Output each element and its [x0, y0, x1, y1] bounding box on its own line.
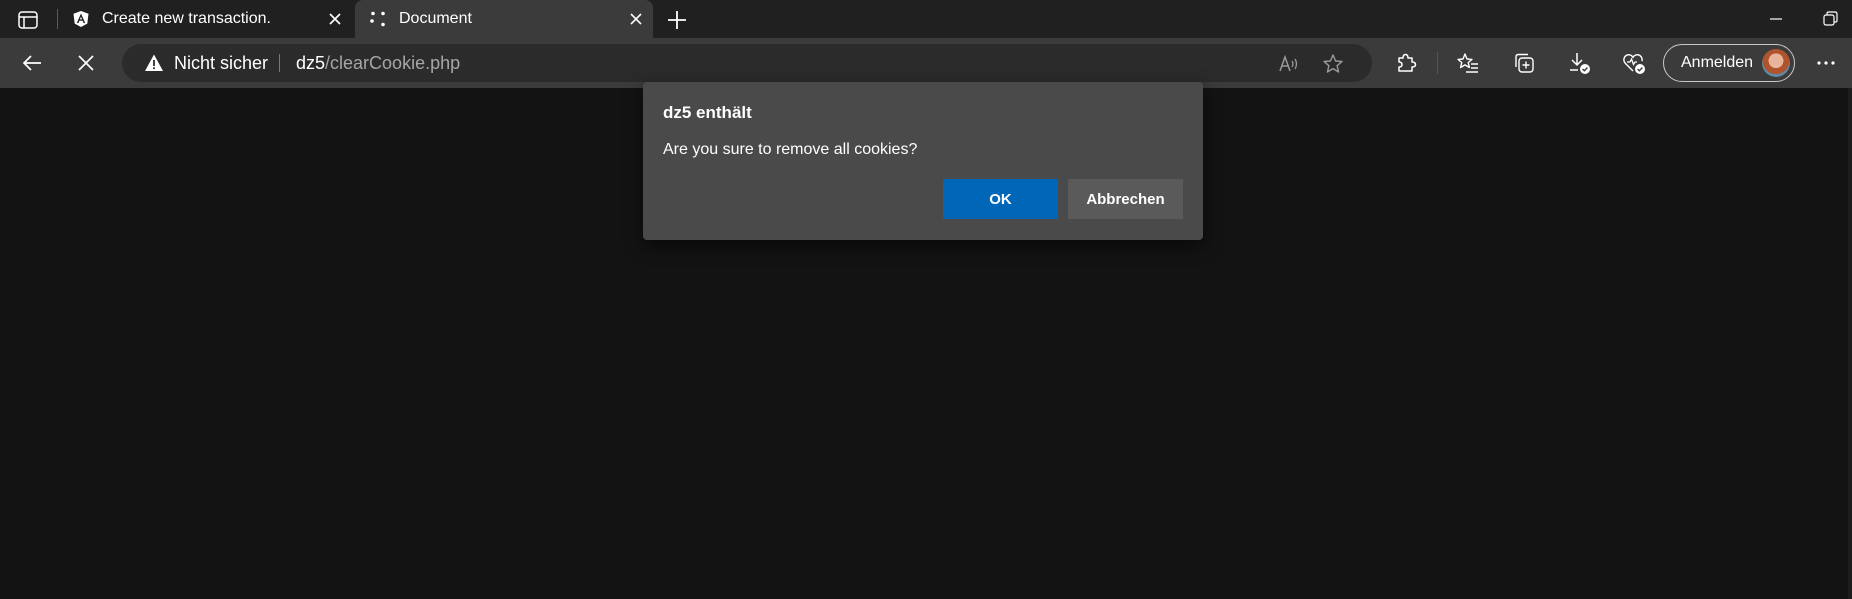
download-icon	[1570, 53, 1590, 74]
warning-icon[interactable]	[144, 53, 164, 73]
close-icon	[78, 55, 94, 71]
address-bar[interactable]: Nicht sicher dz5/clearCookie.php	[122, 44, 1372, 82]
scrollbar[interactable]	[1848, 88, 1852, 599]
url-text[interactable]: dz5/clearCookie.php	[296, 53, 460, 74]
puzzle-piece-icon	[1398, 53, 1417, 72]
stop-loading-button[interactable]	[70, 47, 102, 79]
url-host: dz5	[296, 53, 326, 73]
more-options-icon[interactable]	[1810, 47, 1842, 79]
dialog-message: Are you sure to remove all cookies?	[663, 141, 918, 158]
security-status-label[interactable]: Nicht sicher	[174, 53, 268, 74]
collections-icon	[1515, 53, 1534, 73]
confirm-dialog: dz5 enthält Are you sure to remove all c…	[643, 82, 1203, 240]
minimize-icon[interactable]	[1764, 8, 1788, 30]
restore-icon[interactable]	[1818, 8, 1842, 30]
tab-actions-button[interactable]	[10, 7, 46, 33]
address-separator	[279, 54, 280, 72]
new-tab-icon[interactable]	[664, 7, 690, 33]
tab-strip: Create new transaction. Document	[0, 0, 1852, 38]
cancel-button[interactable]: Abbrechen	[1068, 179, 1183, 219]
tab-document[interactable]: Document	[355, 0, 653, 38]
loading-icon	[370, 11, 385, 27]
angular-logo-icon	[73, 11, 89, 27]
favorites-button[interactable]	[1452, 47, 1484, 79]
tab-create-transaction[interactable]: Create new transaction.	[58, 0, 353, 38]
collections-button[interactable]	[1508, 47, 1540, 79]
extensions-button[interactable]	[1390, 47, 1422, 79]
browser-essentials-button[interactable]	[1618, 47, 1650, 79]
ok-button[interactable]: OK	[943, 179, 1058, 219]
tab-actions-icon	[18, 11, 38, 29]
browser-window: Create new transaction. Document Nicht s…	[0, 0, 1852, 599]
favorite-star-icon[interactable]	[1322, 53, 1344, 75]
tab-title: Create new transaction.	[102, 10, 271, 27]
back-button[interactable]	[16, 47, 48, 79]
avatar	[1762, 49, 1790, 77]
sign-in-label: Anmelden	[1681, 54, 1754, 71]
favorites-list-icon	[1457, 53, 1478, 73]
url-path: /clearCookie.php	[325, 53, 461, 73]
close-tab-icon[interactable]	[627, 10, 645, 28]
heart-pulse-icon	[1623, 54, 1645, 74]
close-tab-icon[interactable]	[326, 10, 344, 28]
dialog-title: dz5 enthält	[663, 103, 752, 122]
toolbar-separator	[1437, 52, 1438, 74]
browser-toolbar: Nicht sicher dz5/clearCookie.php Anmelde…	[0, 38, 1852, 88]
read-aloud-icon[interactable]	[1278, 53, 1300, 75]
downloads-button[interactable]	[1563, 47, 1595, 79]
sign-in-button[interactable]: Anmelden	[1663, 44, 1795, 82]
back-arrow-icon	[22, 55, 41, 71]
tab-title: Document	[399, 10, 472, 27]
